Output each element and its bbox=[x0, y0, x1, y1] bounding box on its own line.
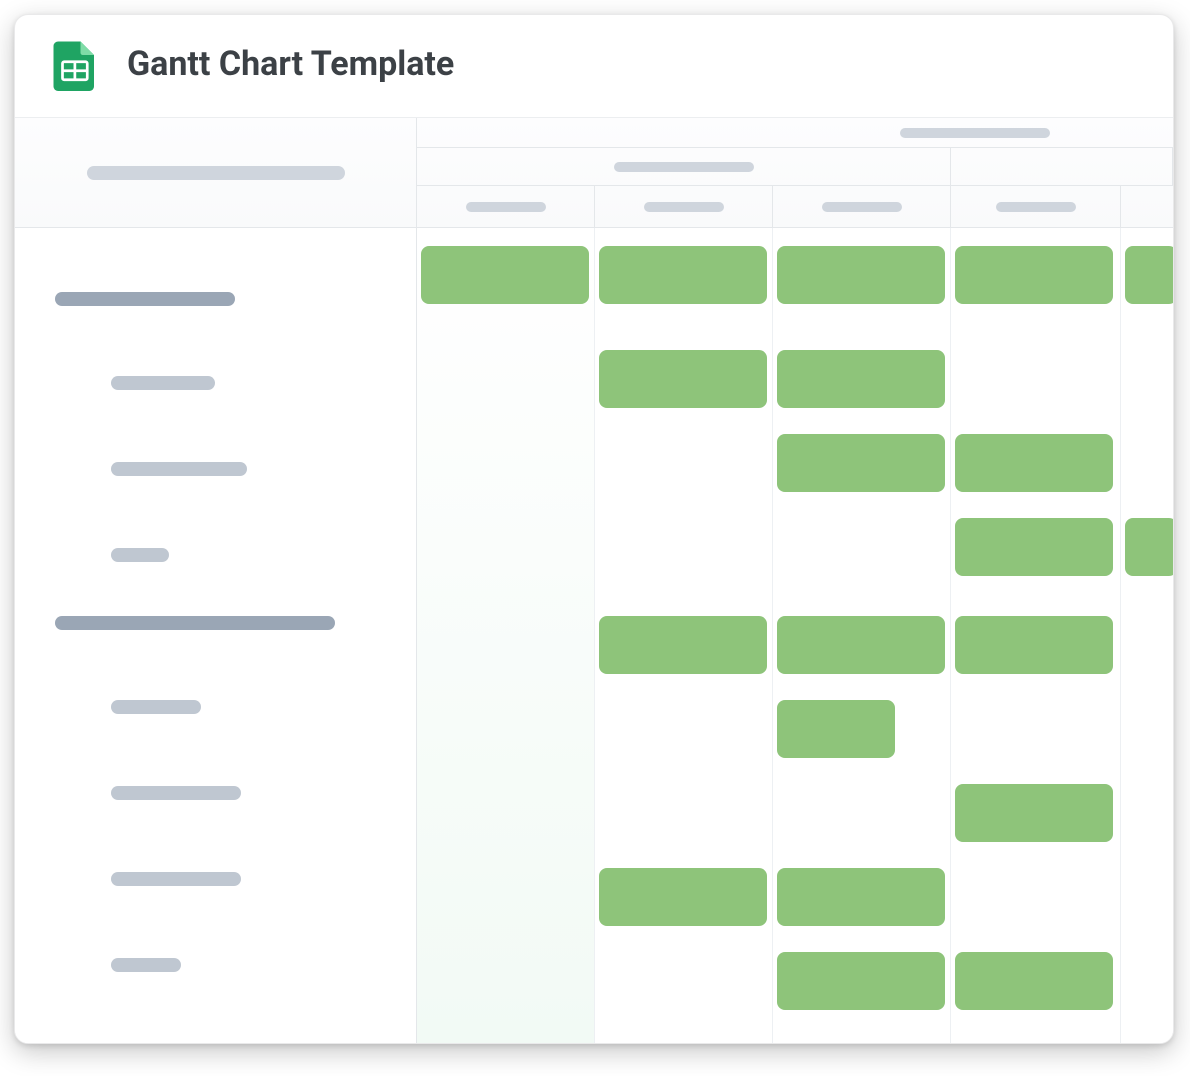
day-label-placeholder bbox=[644, 202, 724, 212]
timeline-day-cell bbox=[417, 186, 595, 227]
gantt-bar[interactable] bbox=[955, 246, 1113, 304]
gantt-bar[interactable] bbox=[599, 350, 767, 408]
task-row[interactable] bbox=[15, 922, 416, 1008]
day-label-placeholder bbox=[822, 202, 902, 212]
gantt-bar[interactable] bbox=[777, 246, 945, 304]
timeline-period-cell bbox=[417, 148, 951, 185]
timeline-range-label-placeholder bbox=[900, 128, 1050, 138]
task-row[interactable] bbox=[15, 836, 416, 922]
group-label[interactable] bbox=[55, 292, 235, 306]
task-label bbox=[111, 786, 241, 800]
gantt-bar[interactable] bbox=[421, 246, 589, 304]
timeline-day-cell bbox=[951, 186, 1121, 227]
timeline-header-row-2 bbox=[417, 148, 1173, 186]
grid-col bbox=[417, 228, 595, 1043]
gantt-bar[interactable] bbox=[955, 616, 1113, 674]
timeline-day-cell bbox=[595, 186, 773, 227]
app-window: Gantt Chart Template bbox=[14, 14, 1174, 1044]
sidebar-rows bbox=[15, 228, 416, 1008]
gantt-bar[interactable] bbox=[777, 350, 945, 408]
task-row[interactable] bbox=[15, 512, 416, 598]
gantt-bar[interactable] bbox=[599, 868, 767, 926]
day-label-placeholder bbox=[996, 202, 1076, 212]
document-title[interactable]: Gantt Chart Template bbox=[127, 44, 454, 84]
task-label bbox=[111, 548, 169, 562]
task-label bbox=[111, 872, 241, 886]
group-label[interactable] bbox=[55, 616, 335, 630]
task-row[interactable] bbox=[15, 340, 416, 426]
gantt-bar[interactable] bbox=[777, 700, 895, 758]
gantt-bar[interactable] bbox=[777, 616, 945, 674]
gantt-bar[interactable] bbox=[599, 616, 767, 674]
gantt-bar[interactable] bbox=[777, 952, 945, 1010]
timeline-header-row-3 bbox=[417, 186, 1173, 227]
gantt-bar[interactable] bbox=[777, 434, 945, 492]
app-header: Gantt Chart Template bbox=[15, 15, 1173, 118]
timeline-day-cell bbox=[1121, 186, 1173, 227]
timeline-period-label-placeholder bbox=[614, 162, 754, 172]
task-label bbox=[111, 462, 247, 476]
sidebar-header-placeholder bbox=[87, 166, 345, 180]
task-row[interactable] bbox=[15, 426, 416, 512]
gantt-bar[interactable] bbox=[955, 518, 1113, 576]
gantt-chart-area[interactable] bbox=[417, 118, 1173, 1043]
gantt-grid bbox=[417, 228, 1173, 1043]
day-label-placeholder bbox=[466, 202, 546, 212]
task-sidebar bbox=[15, 118, 417, 1043]
task-label bbox=[111, 376, 215, 390]
gantt-bar[interactable] bbox=[599, 246, 767, 304]
task-label bbox=[111, 958, 181, 972]
sidebar-header bbox=[15, 118, 416, 228]
task-row[interactable] bbox=[15, 750, 416, 836]
task-label bbox=[111, 700, 201, 714]
gantt-bar[interactable] bbox=[955, 434, 1113, 492]
document-body bbox=[15, 118, 1173, 1043]
google-sheets-icon bbox=[49, 37, 103, 91]
gantt-bar[interactable] bbox=[955, 784, 1113, 842]
timeline-day-cell bbox=[773, 186, 951, 227]
gantt-bar[interactable] bbox=[1125, 518, 1173, 576]
gantt-bar[interactable] bbox=[777, 868, 945, 926]
gantt-bar[interactable] bbox=[955, 952, 1113, 1010]
grid-col bbox=[1121, 228, 1173, 1043]
task-row[interactable] bbox=[15, 664, 416, 750]
timeline-header-row-1 bbox=[417, 118, 1173, 148]
timeline-header bbox=[417, 118, 1173, 228]
gantt-bar[interactable] bbox=[1125, 246, 1173, 304]
timeline-period-cell bbox=[951, 148, 1173, 185]
